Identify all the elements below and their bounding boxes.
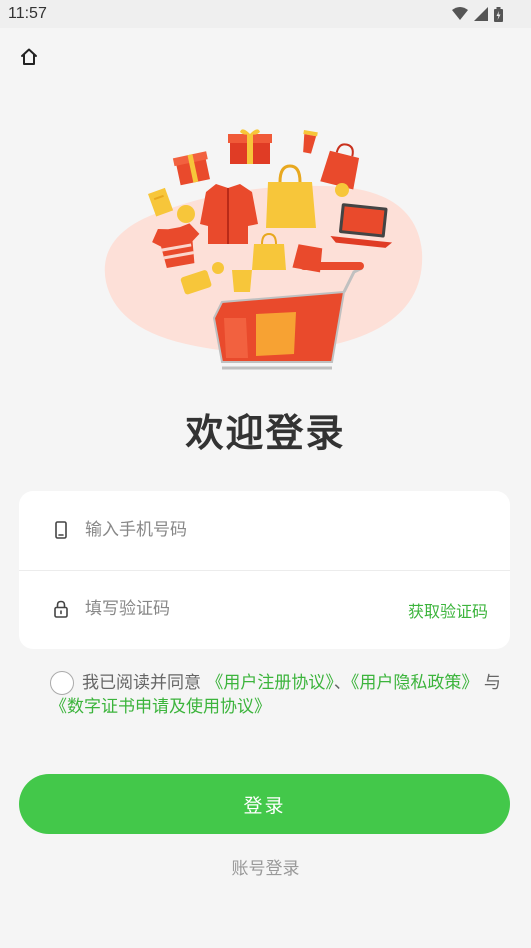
page-title: 欢迎登录: [185, 411, 346, 455]
agreement-text: 我已阅读并同意 《用户注册协议》、《用户隐私政策》 与 《数字证书申请及使用协议…: [50, 671, 510, 719]
privacy-policy-link[interactable]: 《用户隐私政策》: [351, 673, 479, 693]
login-button[interactable]: 登录: [19, 774, 510, 834]
agreement-and: 与: [483, 673, 501, 693]
login-form: 获取验证码: [19, 491, 510, 649]
home-icon: [21, 48, 37, 65]
battery-icon: [494, 6, 503, 22]
phone-icon: [55, 521, 67, 539]
code-row: 获取验证码: [19, 570, 510, 649]
wifi-icon: [452, 7, 468, 20]
verification-code-input[interactable]: [85, 592, 305, 626]
signal-icon: [474, 7, 488, 21]
get-code-button[interactable]: 获取验证码: [408, 598, 488, 622]
agreement-separator: 、: [333, 673, 351, 693]
phone-input[interactable]: [85, 513, 385, 547]
shopping-illustration: [104, 129, 423, 370]
status-icons: [452, 6, 503, 22]
account-login-link[interactable]: 账号登录: [0, 854, 531, 879]
phone-row: [19, 491, 510, 571]
lock-icon: [54, 600, 68, 618]
certificate-agreement-link[interactable]: 《数字证书申请及使用协议》: [50, 697, 271, 717]
status-bar: 11:57: [0, 0, 531, 28]
user-agreement-link[interactable]: 《用户注册协议》: [206, 673, 334, 693]
home-button[interactable]: [18, 46, 40, 68]
status-time: 11:57: [8, 5, 47, 22]
agreement-prefix: 我已阅读并同意: [82, 673, 201, 693]
